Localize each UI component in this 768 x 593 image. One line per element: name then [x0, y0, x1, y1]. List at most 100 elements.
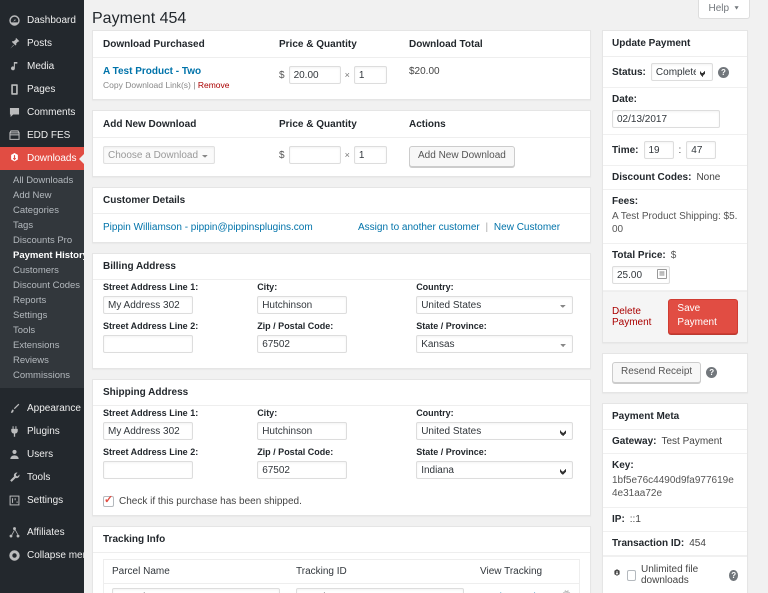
resend-receipt-button[interactable]: Resend Receipt: [612, 362, 701, 383]
sidebar-item-downloads[interactable]: Downloads: [0, 147, 84, 170]
delete-payment-link[interactable]: Delete Payment: [612, 306, 668, 328]
action-separator: |: [193, 80, 195, 90]
submenu-item-all-downloads[interactable]: All Downloads: [0, 173, 84, 188]
submenu-item-settings[interactable]: Settings: [0, 308, 84, 323]
billing-city-input[interactable]: [257, 296, 347, 314]
wrench-icon: [7, 471, 22, 485]
update-payment-actions: Delete Payment Save Payment: [603, 291, 747, 342]
submenu-item-discounts-pro[interactable]: Discounts Pro: [0, 233, 84, 248]
billing-address-title: Billing Address: [93, 254, 590, 280]
submenu-item-commissions[interactable]: Commissions: [0, 368, 84, 383]
sidebar-item-settings[interactable]: Settings: [0, 489, 84, 512]
customer-link[interactable]: Pippin Williamson - pippin@pippinsplugin…: [103, 222, 358, 233]
shipping-line2-input[interactable]: [103, 461, 193, 479]
help-tab-button[interactable]: Help ▼: [698, 0, 750, 19]
label-shipping-country: Country:: [416, 408, 580, 419]
add-download-panel: Add New Download Price & Quantity Action…: [92, 110, 591, 177]
billing-line1-input[interactable]: [103, 296, 193, 314]
column-header-view-tracking: View Tracking: [472, 560, 554, 584]
billing-state-select[interactable]: Kansas: [416, 335, 573, 353]
customer-actions: Assign to another customer | New Custome…: [358, 222, 560, 233]
submenu-item-tags[interactable]: Tags: [0, 218, 84, 233]
resend-receipt-panel: Resend Receipt ?: [602, 353, 748, 393]
submenu-item-reviews[interactable]: Reviews: [0, 353, 84, 368]
submenu-item-discount-codes[interactable]: Discount Codes: [0, 278, 84, 293]
date-input[interactable]: [612, 110, 720, 128]
update-payment-title: Update Payment: [603, 31, 747, 57]
unlimited-downloads-row: Unlimited file downloads ?: [603, 556, 747, 593]
time-row: Time: :: [603, 135, 747, 166]
submenu-item-reports[interactable]: Reports: [0, 293, 84, 308]
sidebar-item-plugins[interactable]: Plugins: [0, 420, 84, 443]
new-customer-link[interactable]: New Customer: [494, 222, 560, 233]
sidebar-item-label: Pages: [27, 78, 55, 101]
billing-col-city: City: Zip / Postal Code:: [257, 282, 416, 360]
billing-country-select[interactable]: United States: [416, 296, 573, 314]
copy-download-link[interactable]: Copy Download Link(s): [103, 80, 191, 90]
download-total-value: $20.00: [409, 66, 440, 77]
submenu-item-tools[interactable]: Tools: [0, 323, 84, 338]
sidebar-item-comments[interactable]: Comments: [0, 101, 84, 124]
media-icon: [7, 60, 22, 74]
shipping-state-select[interactable]: Indiana: [416, 461, 573, 479]
billing-line2-input[interactable]: [103, 335, 193, 353]
help-icon[interactable]: ?: [718, 67, 729, 78]
payment-meta-title: Payment Meta: [603, 404, 747, 430]
time-hour-input[interactable]: [644, 141, 674, 159]
shipping-line1-input[interactable]: [103, 422, 193, 440]
submenu-item-customers[interactable]: Customers: [0, 263, 84, 278]
currency-symbol: $: [279, 70, 285, 81]
download-name-link[interactable]: A Test Product - Two: [103, 66, 259, 77]
total-price-label: Total Price:: [612, 250, 666, 261]
sidebar-item-media[interactable]: Media: [0, 55, 84, 78]
add-new-download-button[interactable]: Add New Download: [409, 146, 515, 167]
field-shipping-state: State / Province: Indiana: [416, 447, 580, 479]
shipping-city-input[interactable]: [257, 422, 347, 440]
sidebar-item-label: Comments: [27, 101, 75, 124]
column-header-price-quantity: Price & Quantity: [269, 31, 399, 58]
sidebar-item-users[interactable]: Users: [0, 443, 84, 466]
tracking-id-input[interactable]: [296, 588, 464, 593]
multiply-icon: ×: [345, 70, 350, 80]
sidebar-item-tools[interactable]: Tools: [0, 466, 84, 489]
sidebar-item-posts[interactable]: Posts: [0, 32, 84, 55]
remove-download-link[interactable]: Remove: [198, 80, 230, 90]
sidebar-item-affiliates[interactable]: Affiliates: [0, 521, 84, 544]
new-download-price-input[interactable]: [289, 146, 341, 164]
shipping-zip-input[interactable]: [257, 461, 347, 479]
help-icon[interactable]: ?: [706, 367, 717, 378]
submenu-item-categories[interactable]: Categories: [0, 203, 84, 218]
parcel-name-input[interactable]: [112, 588, 280, 593]
sidebar-item-appearance[interactable]: Appearance: [0, 397, 84, 420]
label-billing-country: Country:: [416, 282, 580, 293]
shipping-country-select[interactable]: United States: [416, 422, 573, 440]
save-payment-button[interactable]: Save Payment: [668, 299, 738, 334]
download-quantity-input[interactable]: [354, 66, 387, 84]
download-chooser-select[interactable]: Choose a Download: [103, 146, 215, 164]
shipping-address-grid: Street Address Line 1: Street Address Li…: [93, 406, 590, 494]
submenu-item-payment-history[interactable]: Payment History: [0, 248, 84, 263]
sidebar-item-label: Posts: [27, 32, 52, 55]
time-minute-input[interactable]: [686, 141, 716, 159]
calculator-icon[interactable]: ▦: [657, 269, 667, 279]
help-tab-label: Help: [708, 3, 729, 14]
submenu-item-extensions[interactable]: Extensions: [0, 338, 84, 353]
billing-zip-input[interactable]: [257, 335, 347, 353]
sidebar-item-pages[interactable]: Pages: [0, 78, 84, 101]
sidebar-item-edd-fes[interactable]: EDD FES: [0, 124, 84, 147]
sidebar-item-collapse-menu[interactable]: Collapse menu: [0, 544, 84, 567]
currency-symbol: $: [671, 250, 677, 261]
submenu-item-add-new[interactable]: Add New: [0, 188, 84, 203]
unlimited-downloads-checkbox[interactable]: [627, 570, 636, 581]
shipped-checkbox-row[interactable]: Check if this purchase has been shipped.: [93, 494, 590, 515]
menu-spacer-3: [0, 512, 84, 521]
shipped-checkbox[interactable]: [103, 496, 114, 507]
help-icon[interactable]: ?: [729, 570, 738, 581]
status-select[interactable]: Complete: [651, 63, 713, 81]
status-row: Status: Complete ?: [603, 57, 747, 88]
new-download-quantity-input[interactable]: [354, 146, 387, 164]
download-price-input[interactable]: [289, 66, 341, 84]
assign-customer-link[interactable]: Assign to another customer: [358, 222, 480, 233]
menu-group-secondary: Appearance Plugins Users Tools: [0, 397, 84, 512]
sidebar-item-dashboard[interactable]: Dashboard: [0, 9, 84, 32]
